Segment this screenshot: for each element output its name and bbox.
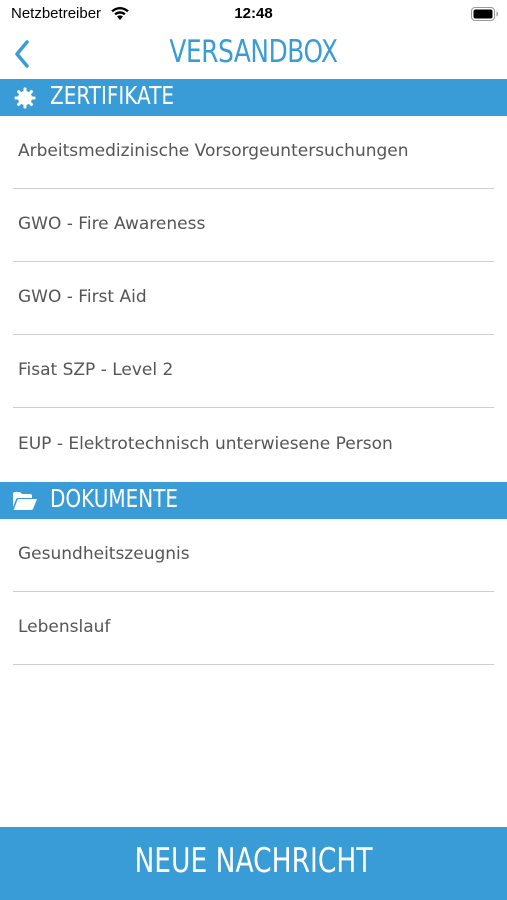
- section-header-dokumente: DOKUMENTE: [0, 482, 507, 519]
- page-title: VERSANDBOX: [169, 34, 338, 70]
- section-title: DOKUMENTE: [50, 484, 179, 513]
- battery-icon: [471, 6, 499, 25]
- folder-open-icon: [12, 491, 38, 515]
- list-item[interactable]: GWO - Fire Awareness: [0, 189, 507, 262]
- list-item-label: Fisat SZP - Level 2: [18, 360, 174, 380]
- section-header-zertifikate: ZERTIFIKATE: [0, 79, 507, 116]
- section-title: ZERTIFIKATE: [50, 81, 175, 110]
- list-item[interactable]: Arbeitsmedizinische Vorsorgeuntersuchung…: [0, 116, 507, 189]
- back-button[interactable]: [6, 34, 46, 74]
- navigation-bar: VERSANDBOX: [0, 30, 507, 78]
- list-item[interactable]: Fisat SZP - Level 2: [0, 335, 507, 408]
- new-message-button-label: NEUE NACHRICHT: [134, 841, 373, 881]
- list-item-label: GWO - Fire Awareness: [18, 214, 206, 234]
- list-item[interactable]: Gesundheitszeugnis: [0, 519, 507, 592]
- list-item-label: Lebenslauf: [18, 617, 111, 637]
- chevron-left-icon: [15, 40, 29, 68]
- list-item-label: EUP - Elektrotechnisch unterwiesene Pers…: [18, 434, 393, 454]
- list-item[interactable]: GWO - First Aid: [0, 262, 507, 335]
- divider: [13, 664, 494, 665]
- status-time: 12:48: [234, 5, 273, 22]
- list-item[interactable]: Lebenslauf: [0, 592, 507, 665]
- status-bar: Netzbetreiber 12:48: [0, 0, 507, 30]
- list-item[interactable]: EUP - Elektrotechnisch unterwiesene Pers…: [0, 409, 507, 482]
- new-message-button[interactable]: NEUE NACHRICHT: [0, 827, 507, 900]
- divider: [13, 407, 494, 408]
- list-item-label: GWO - First Aid: [18, 287, 147, 307]
- list-item-label: Gesundheitszeugnis: [18, 544, 190, 564]
- badge-icon: [14, 87, 36, 113]
- list-item-label: Arbeitsmedizinische Vorsorgeuntersuchung…: [18, 141, 409, 161]
